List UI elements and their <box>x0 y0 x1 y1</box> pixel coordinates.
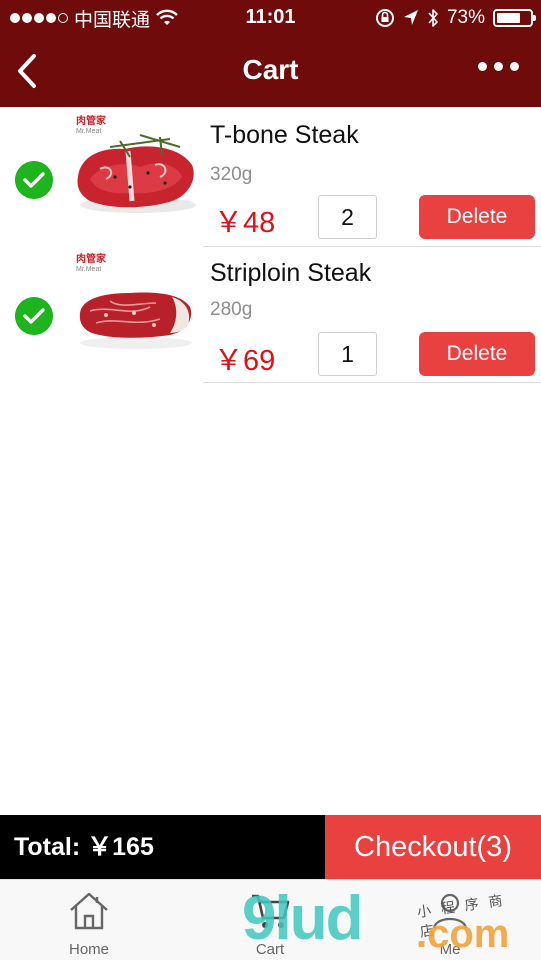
bluetooth-icon <box>428 9 438 27</box>
delete-button[interactable]: Delete <box>419 332 535 376</box>
quantity-input[interactable]: 2 <box>318 195 377 239</box>
orientation-lock-icon <box>375 9 394 27</box>
product-weight: 320g <box>210 164 253 185</box>
product-name: T-bone Steak <box>210 121 359 149</box>
checkmark-icon[interactable] <box>15 297 53 335</box>
checkmark-icon[interactable] <box>15 161 53 199</box>
product-price: ￥48 <box>214 207 276 239</box>
more-dots-icon[interactable] <box>478 62 519 71</box>
battery-percent: 73% <box>446 7 485 28</box>
product-weight: 280g <box>210 299 253 320</box>
quantity-input[interactable]: 1 <box>318 332 377 376</box>
navigation-bar: Cart <box>0 36 541 107</box>
checkout-button[interactable]: Checkout(3) <box>325 815 541 879</box>
product-image: 肉管家 Mr.Meat <box>70 255 200 365</box>
total-amount: Total: ￥165 <box>0 815 325 879</box>
battery-icon <box>493 9 536 27</box>
checkout-bar: Total: ￥165 Checkout(3) <box>0 815 541 879</box>
status-bar: 中国联通 11:01 73% <box>0 0 541 36</box>
cart-item: 肉管家 Mr.Meat T-bone Steak 320g ￥48 2 Dele… <box>0 107 541 247</box>
item-divider <box>203 382 541 383</box>
delete-button[interactable]: Delete <box>419 195 535 239</box>
product-name: Striploin Steak <box>210 259 372 287</box>
location-arrow-icon <box>403 10 418 25</box>
watermark: 9lud 小程序商店 .com <box>242 888 532 958</box>
brand-logo: 肉管家 Mr.Meat <box>76 254 106 274</box>
cart-item: 肉管家 Mr.Meat Striploin Steak 280g ￥69 1 D… <box>0 245 541 383</box>
tab-home[interactable]: Home <box>29 880 149 960</box>
product-image: 肉管家 Mr.Meat <box>70 117 200 227</box>
brand-logo: 肉管家 Mr.Meat <box>76 116 106 136</box>
home-icon <box>70 892 108 930</box>
tab-home-label: Home <box>68 941 109 958</box>
page-title: Cart <box>242 54 299 85</box>
status-right: 73% <box>375 6 536 30</box>
product-price: ￥69 <box>214 345 276 377</box>
watermark-domain: .com <box>416 912 510 956</box>
watermark-logo: 9lud <box>242 884 363 953</box>
top-bar: 中国联通 11:01 73% Cart <box>0 0 541 107</box>
